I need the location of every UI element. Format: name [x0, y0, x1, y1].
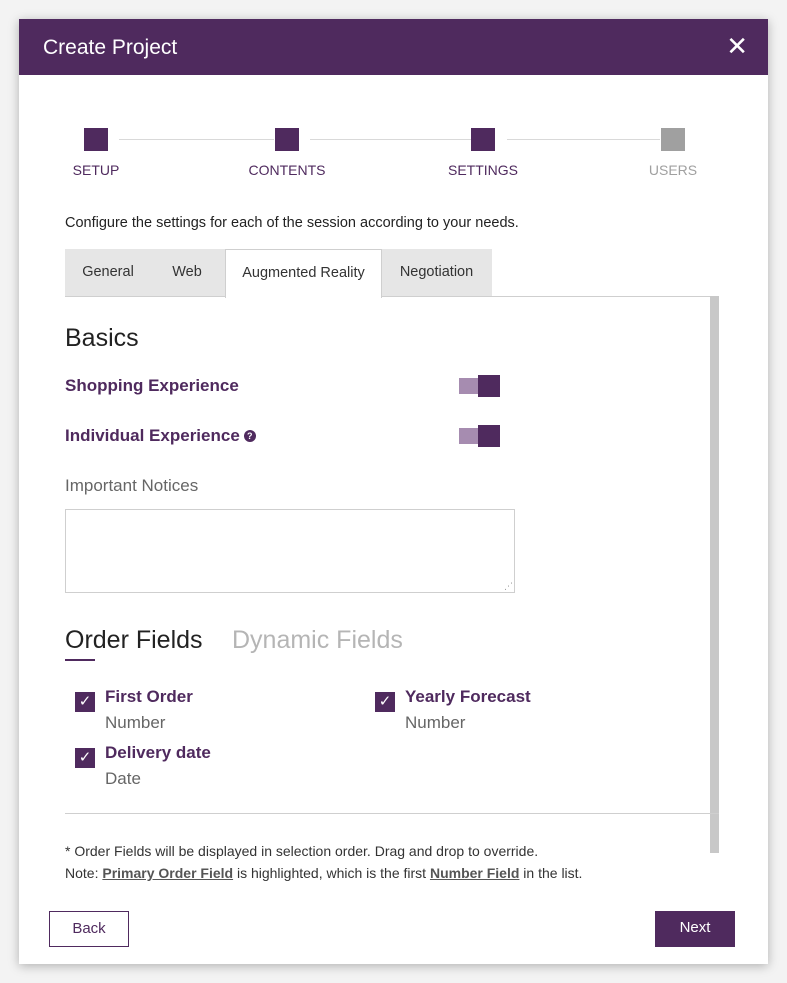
individual-experience-row: Individual Experience?	[65, 426, 256, 446]
note-suffix: in the list.	[519, 865, 583, 881]
close-icon[interactable]: ✕	[726, 33, 748, 59]
shopping-experience-label: Shopping Experience	[65, 376, 239, 395]
delivery-date-name: Delivery date	[105, 743, 211, 762]
yearly-forecast-type: Number	[405, 713, 466, 732]
note-prefix: Note:	[65, 865, 103, 881]
back-button[interactable]: Back	[49, 911, 129, 947]
delivery-date-checkbox[interactable]: ✓	[75, 748, 95, 768]
important-notices-label: Important Notices	[65, 476, 199, 495]
active-tab-indicator	[65, 659, 95, 661]
step-marker-setup[interactable]	[84, 128, 108, 151]
step-connector	[119, 139, 274, 140]
divider	[65, 813, 719, 814]
scrollbar[interactable]	[710, 296, 719, 853]
important-notices-field[interactable]	[65, 509, 515, 593]
shopping-experience-toggle[interactable]	[459, 375, 501, 397]
resize-grip-icon[interactable]: ⋰	[504, 581, 513, 592]
delivery-date-type: Date	[105, 769, 141, 788]
basics-title: Basics	[65, 324, 139, 352]
tab-order-fields[interactable]: Order Fields	[65, 626, 203, 655]
next-button[interactable]: Next	[655, 911, 735, 947]
yearly-forecast-checkbox[interactable]: ✓	[375, 692, 395, 712]
step-connector	[310, 139, 473, 140]
yearly-forecast-name: Yearly Forecast	[405, 687, 531, 706]
tab-general[interactable]: General	[65, 249, 151, 296]
create-project-dialog: Create Project ✕ SETUP CONTENTS SETTINGS…	[19, 19, 768, 964]
step-label-settings: SETTINGS	[447, 162, 518, 178]
tab-negotiation[interactable]: Negotiation	[381, 249, 492, 296]
dialog-title: Create Project	[43, 36, 178, 59]
step-label-users: USERS	[648, 162, 698, 178]
footnote-note: Note: Primary Order Field is highlighted…	[65, 865, 582, 881]
help-icon[interactable]: ?	[243, 430, 256, 442]
step-label-contents: CONTENTS	[248, 162, 326, 178]
toggle-thumb	[478, 375, 500, 397]
footnote-order: * Order Fields will be displayed in sele…	[65, 843, 539, 859]
step-marker-contents[interactable]	[275, 128, 299, 151]
individual-experience-label: Individual Experience	[65, 426, 240, 445]
individual-experience-toggle[interactable]	[459, 425, 501, 447]
tab-dynamic-fields[interactable]: Dynamic Fields	[232, 626, 403, 655]
note-middle: is highlighted, which is the first	[233, 865, 430, 881]
dialog-header: Create Project ✕	[19, 19, 768, 75]
step-label-setup: SETUP	[72, 162, 120, 178]
tab-bar-border	[65, 296, 226, 297]
number-field-link[interactable]: Number Field	[430, 865, 519, 881]
step-marker-settings[interactable]	[471, 128, 495, 151]
primary-order-field-link[interactable]: Primary Order Field	[102, 865, 233, 881]
step-marker-users	[661, 128, 685, 151]
intro-text: Configure the settings for each of the s…	[65, 215, 519, 231]
first-order-type: Number	[105, 713, 166, 732]
first-order-checkbox[interactable]: ✓	[75, 692, 95, 712]
tab-web[interactable]: Web	[159, 249, 215, 296]
step-connector	[507, 139, 660, 140]
toggle-thumb	[478, 425, 500, 447]
panel-border	[381, 296, 719, 297]
first-order-name: First Order	[105, 687, 193, 706]
tab-augmented-reality[interactable]: Augmented Reality	[225, 249, 382, 298]
